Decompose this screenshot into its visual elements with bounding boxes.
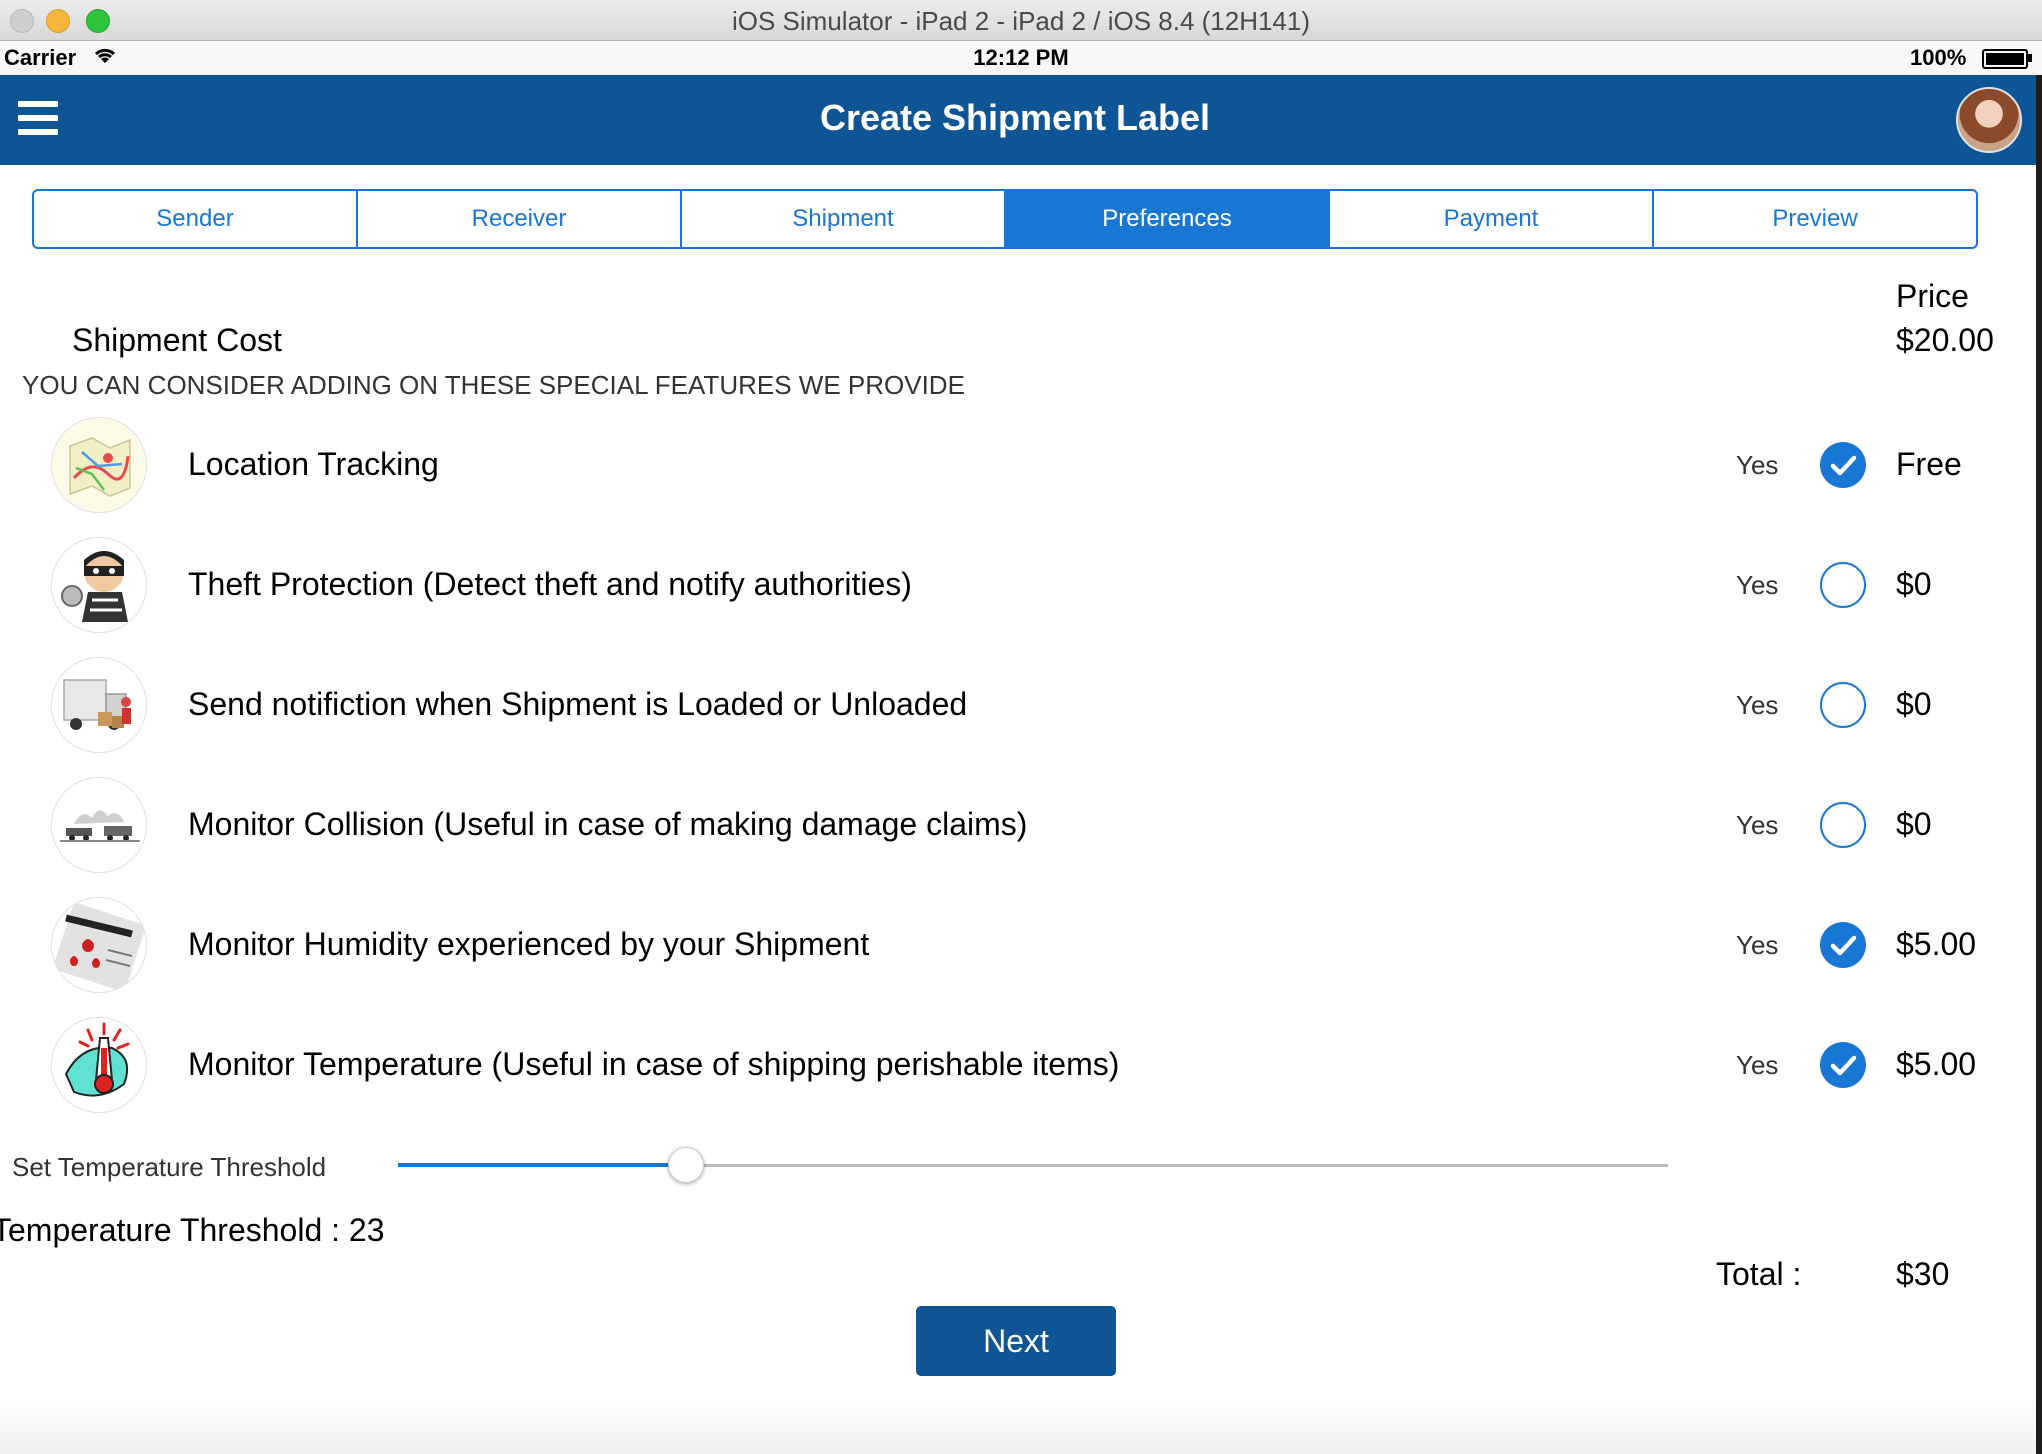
shipment-cost-value: $20.00 [1896,322,1994,358]
feature-price: $0 [1896,806,1932,842]
window-title: iOS Simulator - iPad 2 - iPad 2 / iOS 8.… [731,6,1311,36]
shipment-cost-label: Shipment Cost [72,322,282,358]
feature-label: Location Tracking [188,446,439,482]
feature-label: Monitor Collision (Useful in case of mak… [188,806,1028,842]
feature-label: Send notifiction when Shipment is Loaded… [188,686,968,722]
tab-payment[interactable]: Payment [1330,191,1654,247]
features-intro: YOU CAN CONSIDER ADDING ON THESE SPECIAL… [22,370,965,400]
feature-price: $5.00 [1896,926,1977,962]
feature-row-humidity: Monitor Humidity experienced by your Shi… [0,898,2030,998]
user-avatar[interactable] [1956,87,2022,153]
tab-sender[interactable]: Sender [34,191,358,247]
feature-row-location-tracking: Location Tracking Yes Free [0,418,2030,518]
feature-price: Free [1896,446,1962,482]
step-tabs: Sender Receiver Shipment Preferences Pay… [32,189,1978,249]
next-button[interactable]: Next [916,1306,1116,1376]
ios-status-bar: Carrier 12:12 PM 100% [0,41,2042,75]
temperature-threshold-slider[interactable] [398,1147,1668,1183]
tab-shipment[interactable]: Shipment [682,191,1006,247]
slider-thumb[interactable] [668,1147,705,1183]
tab-preview[interactable]: Preview [1654,191,1976,247]
tab-receiver[interactable]: Receiver [358,191,682,247]
feature-label: Monitor Temperature (Useful in case of s… [188,1046,1120,1082]
yes-label: Yes [1736,1050,1779,1080]
yes-label: Yes [1736,690,1779,720]
window-titlebar: iOS Simulator - iPad 2 - iPad 2 / iOS 8.… [0,0,2042,41]
feature-checkbox-humidity[interactable] [1820,922,1866,968]
feature-row-theft-protection: Theft Protection (Detect theft and notif… [0,538,2030,638]
truck-loading-icon [52,658,146,752]
feature-row-load-notification: Send notifiction when Shipment is Loaded… [0,658,2030,758]
status-time: 12:12 PM [973,45,1069,70]
feature-checkbox-temperature[interactable] [1820,1042,1866,1088]
slider-fill [398,1163,687,1167]
thief-icon [52,538,146,632]
yes-label: Yes [1736,810,1779,840]
yes-label: Yes [1736,930,1779,960]
feature-label: Theft Protection (Detect theft and notif… [188,566,912,602]
feature-row-collision: Monitor Collision (Useful in case of mak… [0,778,2030,878]
bottom-area [0,1400,2036,1454]
app-navbar: Create Shipment Label [0,75,2042,165]
feature-price: $0 [1896,686,1932,722]
humidity-icon [52,898,146,992]
battery-icon [1982,49,2028,69]
temperature-threshold-label: Set Temperature Threshold [12,1152,327,1182]
collision-icon [52,778,146,872]
battery-percent: 100% [1910,45,1967,70]
total-label: Total : [1716,1256,1802,1292]
screen-edge [2036,75,2042,1454]
thermometer-icon [52,1018,146,1112]
feature-checkbox-collision[interactable] [1820,802,1866,848]
yes-label: Yes [1736,570,1779,600]
feature-checkbox-load-notification[interactable] [1820,682,1866,728]
feature-checkbox-location-tracking[interactable] [1820,442,1866,488]
total-value: $30 [1896,1256,1950,1292]
price-header: Price [1896,278,1969,314]
page-title: Create Shipment Label [819,97,1211,138]
feature-label: Monitor Humidity experienced by your Shi… [188,926,870,962]
yes-label: Yes [1736,450,1779,480]
feature-price: $5.00 [1896,1046,1977,1082]
feature-price: $0 [1896,566,1932,602]
feature-row-temperature: Monitor Temperature (Useful in case of s… [0,1018,2030,1118]
tab-preferences[interactable]: Preferences [1006,191,1330,247]
map-icon [52,418,146,512]
battery-tip [2028,54,2032,62]
temperature-threshold-value: Temperature Threshold : 23 [0,1212,385,1248]
feature-checkbox-theft-protection[interactable] [1820,562,1866,608]
